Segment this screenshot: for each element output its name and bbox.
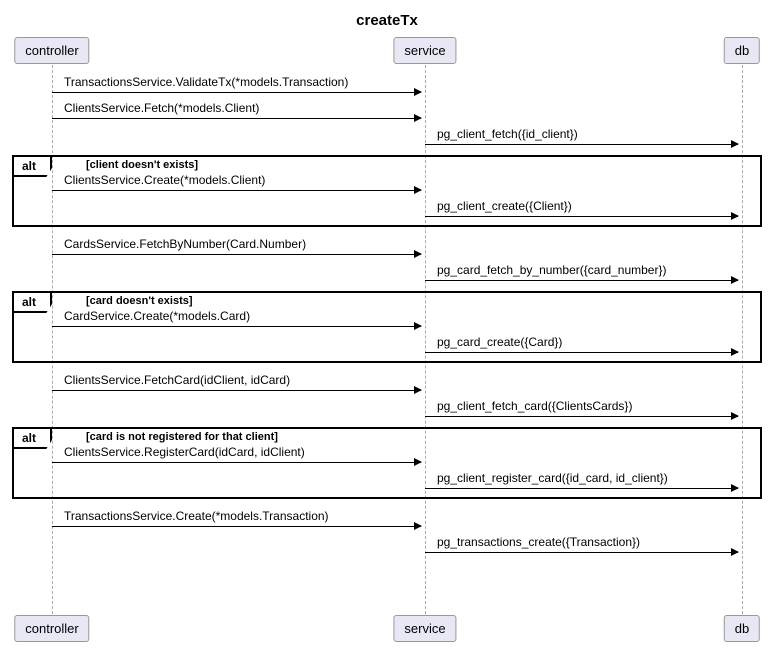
- msg-label: pg_card_create({Card}): [437, 335, 562, 349]
- msg-label: pg_client_fetch_card({ClientsCards}): [437, 399, 632, 413]
- msg-label: ClientsService.RegisterCard(idCard, idCl…: [64, 445, 305, 459]
- msg-label: ClientsService.Fetch(*models.Client): [64, 101, 259, 115]
- msg-label: pg_client_create({Client}): [437, 199, 572, 213]
- msg-label: CardsService.FetchByNumber(Card.Number): [64, 237, 306, 251]
- participant-db-bottom: db: [724, 615, 760, 642]
- msg-label: CardService.Create(*models.Card): [64, 309, 250, 323]
- msg-label: ClientsService.Create(*models.Client): [64, 173, 265, 187]
- msg-label: pg_transactions_create({Transaction}): [437, 535, 640, 549]
- msg-label: pg_card_fetch_by_number({card_number}): [437, 263, 666, 277]
- participant-service-top: service: [393, 37, 456, 64]
- participant-db-top: db: [724, 37, 760, 64]
- alt-condition: [card is not registered for that client]: [86, 431, 278, 443]
- alt-condition: [card doesn't exists]: [86, 295, 193, 307]
- alt-label: alt: [14, 293, 52, 313]
- msg-label: pg_client_fetch({id_client}): [437, 127, 578, 141]
- alt-label: alt: [14, 429, 52, 449]
- participant-controller-top: controller: [14, 37, 89, 64]
- alt-label: alt: [14, 157, 52, 177]
- msg-label: TransactionsService.ValidateTx(*models.T…: [64, 75, 348, 89]
- participant-controller-bottom: controller: [14, 615, 89, 642]
- sequence-diagram: controller service db controller service…: [12, 37, 762, 642]
- msg-label: pg_client_register_card({id_card, id_cli…: [437, 471, 668, 485]
- participant-service-bottom: service: [393, 615, 456, 642]
- diagram-title: createTx: [12, 12, 762, 29]
- msg-label: ClientsService.FetchCard(idClient, idCar…: [64, 373, 290, 387]
- alt-condition: [client doesn't exists]: [86, 159, 198, 171]
- msg-label: TransactionsService.Create(*models.Trans…: [64, 509, 329, 523]
